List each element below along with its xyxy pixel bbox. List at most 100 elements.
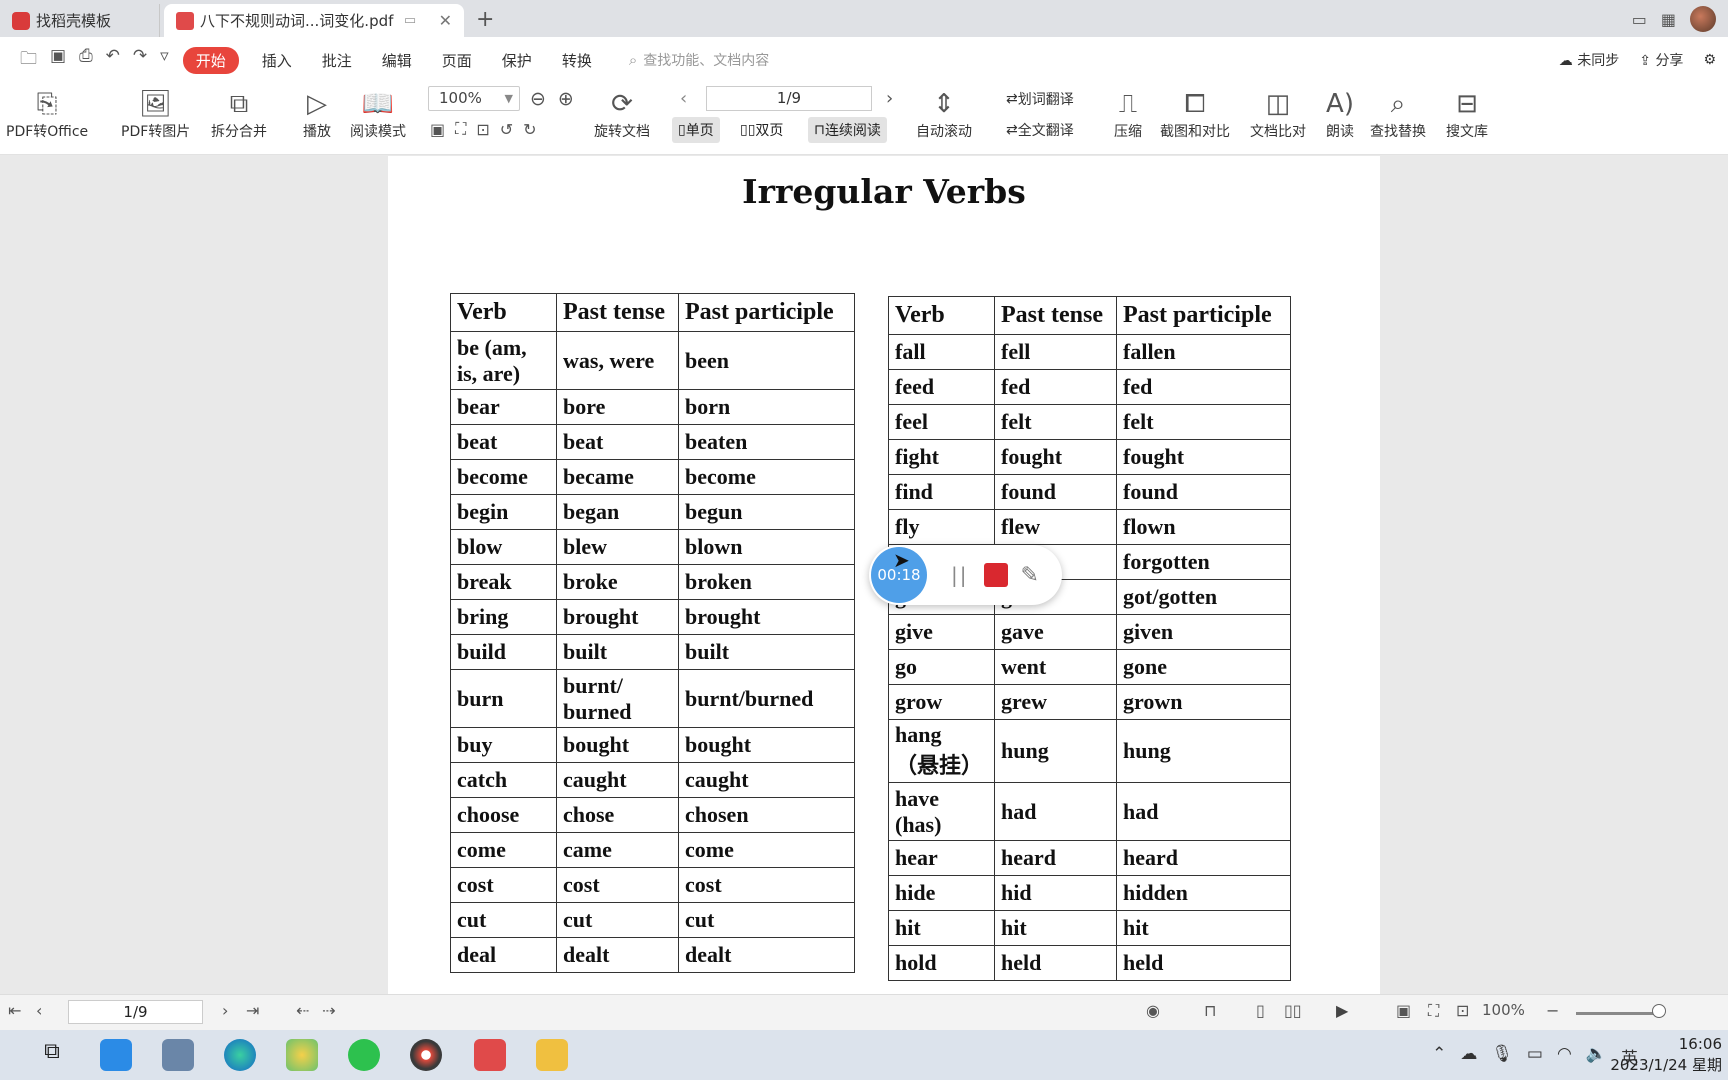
past-tense-cell: hid <box>994 875 1117 911</box>
rotate-doc-button[interactable]: ⟳ 旋转文档 <box>594 87 650 141</box>
next-page-icon[interactable]: › <box>886 88 893 109</box>
screenshot-compare-button[interactable]: ⧠ 截图和对比 <box>1160 87 1230 141</box>
pin-icon[interactable]: ▭ <box>404 13 416 28</box>
menu-start[interactable]: 开始 <box>182 46 239 74</box>
wechat-icon[interactable] <box>348 1039 380 1071</box>
past-participle-cell: hung <box>1116 719 1291 783</box>
task-view-icon[interactable]: ⧉ <box>36 1039 68 1071</box>
feishu-app-icon[interactable] <box>100 1039 132 1071</box>
avatar[interactable] <box>1690 6 1716 32</box>
page-input[interactable]: 1/9 <box>706 86 872 111</box>
flower-app-icon[interactable] <box>286 1039 318 1071</box>
zoom-in-icon[interactable]: ⊕ <box>558 88 574 110</box>
music-app-icon[interactable] <box>410 1039 442 1071</box>
save-icon[interactable]: ▣ <box>50 46 66 75</box>
single-page-button[interactable]: ▯ 单页 <box>672 117 720 143</box>
rotate-left-icon[interactable]: ↺ <box>500 120 513 139</box>
menu-annotate[interactable]: 批注 <box>307 46 367 75</box>
play-status-icon[interactable]: ▶ <box>1336 1001 1348 1020</box>
settings-gear-icon[interactable]: ⚙ <box>1703 52 1716 68</box>
zoom-slider[interactable] <box>1576 1012 1662 1015</box>
function-search[interactable]: ⌕ 查找功能、文档内容 <box>629 50 769 70</box>
rotate-right-icon[interactable]: ↻ <box>523 120 536 139</box>
continuous-status-icon[interactable]: ⊓ <box>1204 1001 1216 1020</box>
more-dropdown-icon[interactable]: ▿ <box>160 46 169 75</box>
tray-up-icon[interactable]: ⌃ <box>1432 1044 1446 1069</box>
stop-record-button[interactable] <box>984 563 1009 587</box>
prev-page-icon[interactable]: ‹ <box>680 88 687 109</box>
past-tense-cell: fell <box>994 334 1117 370</box>
last-page-icon[interactable]: ⇥ <box>246 1001 259 1020</box>
table-row: give gave given <box>888 614 1291 650</box>
edge-browser-icon[interactable] <box>224 1039 256 1071</box>
grid-apps-icon[interactable]: ▦ <box>1661 10 1676 29</box>
compress-button[interactable]: ⎍ 压缩 <box>1114 87 1142 141</box>
doc-compare-icon: ◫ <box>1265 89 1291 119</box>
battery-icon[interactable]: ▭ <box>1527 1044 1543 1069</box>
status-page-input[interactable]: 1/9 <box>68 1000 203 1024</box>
clock[interactable]: 16:06 2023/1/24 星期 <box>1610 1034 1722 1076</box>
pdf-to-image-button[interactable]: 🖼 PDF转图片 <box>121 87 190 141</box>
first-page-icon[interactable]: ⇤ <box>8 1001 21 1020</box>
past-tense-cell: chose <box>556 797 679 833</box>
volume-icon[interactable]: 🔈 <box>1586 1044 1607 1069</box>
eye-protection-icon[interactable]: ◉ <box>1146 1001 1160 1020</box>
pdf-to-office-button[interactable]: ⎘ PDF转Office <box>6 87 88 141</box>
fit-page-icon[interactable]: ⛶ <box>455 119 466 139</box>
redo-icon[interactable]: ↷ <box>133 46 147 75</box>
remote-app-icon[interactable] <box>162 1039 194 1071</box>
single-status-icon[interactable]: ▯ <box>1256 1001 1265 1020</box>
zoom-select[interactable]: 100% ▼ <box>428 86 520 111</box>
double-status-icon[interactable]: ▯▯ <box>1284 1001 1302 1020</box>
undo-icon[interactable]: ↶ <box>106 46 120 75</box>
pause-icon[interactable]: || <box>951 563 968 587</box>
forward-icon[interactable]: ⇢ <box>322 1001 335 1020</box>
fit-page-status-icon[interactable]: ⛶ <box>1428 1001 1439 1021</box>
auto-scroll-button[interactable]: ⇕ 自动滚动 <box>916 87 972 141</box>
table-row: beat beat beaten <box>450 424 855 460</box>
new-tab-button[interactable]: + <box>476 7 494 32</box>
zoom-slider-knob[interactable] <box>1652 1004 1666 1018</box>
prev-page-status-icon[interactable]: ‹ <box>36 1001 42 1020</box>
continuous-read-button[interactable]: ⊓ 连续阅读 <box>808 117 887 143</box>
file-explorer-icon[interactable] <box>536 1039 568 1071</box>
find-replace-button[interactable]: ⌕ 查找替换 <box>1370 87 1426 141</box>
menu-insert[interactable]: 插入 <box>247 46 307 75</box>
close-tab-icon[interactable]: ✕ <box>439 11 452 30</box>
cloud-icon[interactable]: ☁ <box>1460 1044 1477 1069</box>
search-library-button[interactable]: ⊟ 搜文库 <box>1446 87 1488 141</box>
word-translate-button[interactable]: ⇄ 划词翻译 <box>1006 89 1074 109</box>
actual-size-status-icon[interactable]: ▣ <box>1396 1001 1411 1020</box>
actual-size-icon[interactable]: ▣ <box>430 120 445 139</box>
menu-page[interactable]: 页面 <box>427 46 487 75</box>
wifi-icon[interactable]: ◠ <box>1557 1044 1572 1069</box>
menu-convert[interactable]: 转换 <box>547 46 607 75</box>
play-button[interactable]: ▷ 播放 <box>303 87 331 141</box>
read-mode-button[interactable]: 📖 阅读模式 <box>350 87 406 141</box>
zoom-out-icon[interactable]: ⊖ <box>530 88 546 110</box>
next-page-status-icon[interactable]: › <box>222 1001 228 1020</box>
wps-pdf-icon[interactable] <box>474 1039 506 1071</box>
menu-protect[interactable]: 保护 <box>487 46 547 75</box>
back-icon[interactable]: ⇠ <box>296 1001 309 1020</box>
read-aloud-button[interactable]: A) 朗读 <box>1326 87 1354 141</box>
fit-width-status-icon[interactable]: ⊡ <box>1456 1001 1469 1020</box>
menu-edit[interactable]: 编辑 <box>367 46 427 75</box>
table-row: deal dealt dealt <box>450 937 855 973</box>
print-icon[interactable]: ⎙ <box>79 46 93 75</box>
share-button[interactable]: ⇪ 分享 <box>1639 50 1683 70</box>
open-folder-icon[interactable]: 🗀 <box>20 46 37 75</box>
sync-button[interactable]: ☁ 未同步 <box>1559 50 1619 70</box>
full-translate-button[interactable]: ⇄ 全文翻译 <box>1006 120 1074 140</box>
status-zoom[interactable]: 100% <box>1482 1001 1525 1019</box>
doc-compare-button[interactable]: ◫ 文档比对 <box>1250 87 1306 141</box>
layout-icon[interactable]: ▭ <box>1632 10 1647 29</box>
mic-icon[interactable]: 🎙 <box>1491 1044 1513 1069</box>
tab-pdf[interactable]: 八下不规则动词...词变化.pdf ▭ ✕ <box>164 4 464 37</box>
double-page-button[interactable]: ▯▯ 双页 <box>734 117 789 143</box>
fit-width-icon[interactable]: ⊡ <box>476 120 489 139</box>
tab-template[interactable]: 找稻壳模板 <box>0 4 160 37</box>
split-merge-button[interactable]: ⧉ 拆分合并 <box>211 87 267 141</box>
pen-icon[interactable]: ✎ <box>1020 563 1038 588</box>
zoom-out-status-icon[interactable]: − <box>1546 1001 1559 1020</box>
